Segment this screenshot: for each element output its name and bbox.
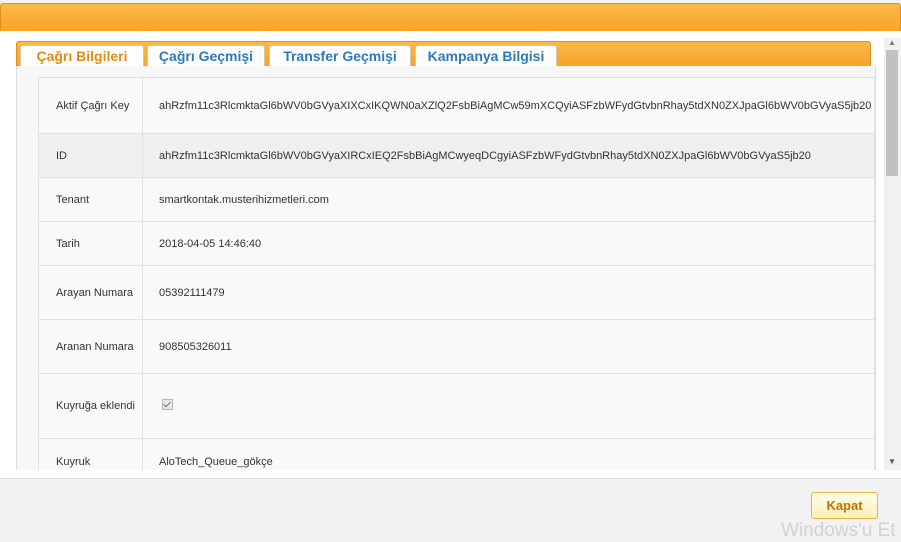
- row-label: Aranan Numara: [38, 319, 143, 374]
- table-row: Kuyruk AloTech_Queue_gökçe: [38, 438, 875, 470]
- row-value: [142, 373, 875, 439]
- queued-checkbox: [162, 399, 173, 410]
- table-row: Tenant smartkontak.musterihizmetleri.com: [38, 177, 875, 222]
- tab-transfer-gecmisi[interactable]: Transfer Geçmişi: [269, 45, 411, 67]
- row-label: Aktif Çağrı Key: [38, 77, 143, 134]
- tab-strip: Çağrı Bilgileri Çağrı Geçmişi Transfer G…: [16, 41, 871, 69]
- vertical-scrollbar[interactable]: ▲ ▼: [884, 38, 901, 470]
- dialog-title-bar: [0, 3, 901, 33]
- row-value: 05392111479: [142, 265, 875, 320]
- row-label: Tarih: [38, 221, 143, 266]
- table-row: Aktif Çağrı Key ahRzfm11c3RlcmktaGl6bWV0…: [38, 77, 875, 134]
- call-info-panel: Aktif Çağrı Key ahRzfm11c3RlcmktaGl6bWV0…: [16, 66, 876, 470]
- row-value: ahRzfm11c3RlcmktaGl6bWV0bGVyaXIXCxIKQWN0…: [142, 77, 875, 134]
- table-row: Tarih 2018-04-05 14:46:40: [38, 221, 875, 266]
- table-row: ID ahRzfm11c3RlcmktaGl6bWV0bGVyaXIRCxIEQ…: [38, 133, 875, 178]
- tab-cagri-gecmisi[interactable]: Çağrı Geçmişi: [147, 45, 265, 67]
- row-label: Arayan Numara: [38, 265, 143, 320]
- row-value: AloTech_Queue_gökçe: [142, 438, 875, 470]
- row-value: 2018-04-05 14:46:40: [142, 221, 875, 266]
- row-label: ID: [38, 133, 143, 178]
- windows-activation-watermark: Windows'u Et: [781, 520, 896, 541]
- scrollbar-thumb[interactable]: [886, 50, 898, 176]
- row-value: smartkontak.musterihizmetleri.com: [142, 177, 875, 222]
- close-button[interactable]: Kapat: [811, 492, 878, 519]
- table-row: Arayan Numara 05392111479: [38, 265, 875, 320]
- row-value: ahRzfm11c3RlcmktaGl6bWV0bGVyaXIRCxIEQ2Fs…: [142, 133, 875, 178]
- call-info-table: Aktif Çağrı Key ahRzfm11c3RlcmktaGl6bWV0…: [38, 77, 875, 470]
- scroll-up-arrow-icon[interactable]: ▲: [888, 38, 896, 47]
- table-row: Kuyruğa eklendi: [38, 373, 875, 439]
- row-label: Kuyruğa eklendi: [38, 373, 143, 439]
- row-value: 908505326011: [142, 319, 875, 374]
- row-label: Tenant: [38, 177, 143, 222]
- dialog-footer: Kapat: [0, 478, 901, 538]
- row-label: Kuyruk: [38, 438, 143, 470]
- tab-kampanya-bilgisi[interactable]: Kampanya Bilgisi: [415, 45, 557, 67]
- scroll-down-arrow-icon[interactable]: ▼: [888, 457, 896, 466]
- table-row: Aranan Numara 908505326011: [38, 319, 875, 374]
